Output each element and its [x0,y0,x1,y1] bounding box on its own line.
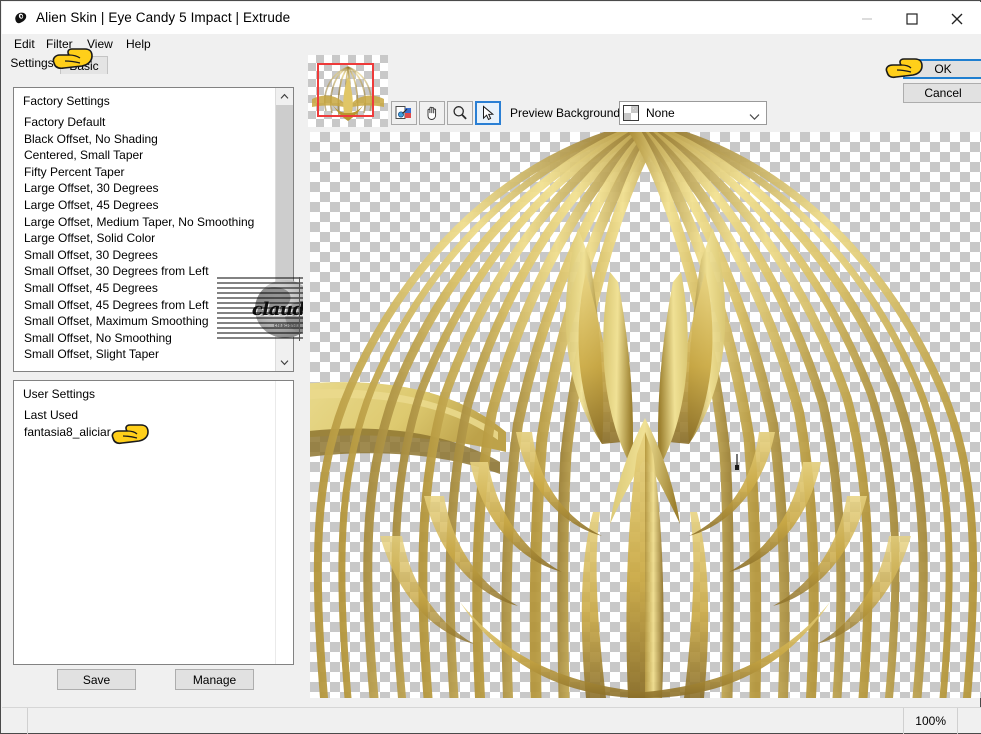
color-picker-icon [395,106,411,119]
thumbnail-selection-marquee[interactable] [317,63,374,117]
tab-settings[interactable]: Settings [6,53,58,74]
menu-item-view[interactable]: View [83,36,117,52]
arrow-select-tool-button[interactable] [475,101,501,125]
tab-basic[interactable]: Basic [60,56,108,75]
list-item-selected[interactable]: fantasia8_aliciar [24,425,111,439]
menu-item-edit[interactable]: Edit [10,36,39,52]
chevron-up-icon [280,93,289,99]
list-item[interactable]: Large Offset, Medium Taper, No Smoothing [23,214,275,231]
list-item[interactable]: Large Offset, 30 Degrees [23,180,275,197]
close-icon [951,13,962,24]
scroll-down-arrow[interactable] [276,354,293,371]
list-item[interactable]: Large Offset, Solid Color [23,230,275,247]
window-title: Alien Skin | Eye Candy 5 Impact | Extrud… [36,10,291,25]
extrude-artwork [310,132,978,698]
hand-pan-tool-button[interactable] [419,101,445,125]
user-settings-listbox[interactable]: User Settings Last Used fantasia8_alicia… [13,380,294,665]
preview-canvas[interactable] [310,132,981,698]
menu-bar: Edit Filter View Help [2,34,981,53]
menu-item-filter[interactable]: Filter [42,36,77,52]
factory-list-scrollbar[interactable] [275,88,293,371]
factory-settings-listbox[interactable]: Factory Settings Factory Default Black O… [13,87,294,372]
save-button[interactable]: Save [57,669,136,690]
cancel-button[interactable]: Cancel [903,83,981,103]
arrow-select-icon [483,105,495,121]
list-item[interactable]: Small Offset, 30 Degrees from Left [23,263,275,280]
status-divider [27,708,28,734]
central-spikes [581,418,709,698]
status-divider [903,708,904,734]
maximize-button[interactable] [889,3,934,34]
list-item[interactable]: Black Offset, No Shading [23,131,275,148]
title-bar: Alien Skin | Eye Candy 5 Impact | Extrud… [2,2,981,34]
preview-background-value: None [646,106,675,120]
preview-thumbnail[interactable] [308,55,388,127]
zoom-magnifier-icon [453,106,467,120]
zoom-level-indicator: 100% [915,714,946,728]
list-item[interactable]: Small Offset, 45 Degrees [23,280,275,297]
scroll-thumb[interactable] [276,105,293,331]
scroll-up-arrow[interactable] [276,88,293,105]
menu-item-help[interactable]: Help [122,36,155,52]
maximize-icon [905,12,918,25]
preview-background-select[interactable]: None [619,101,767,125]
chevron-down-icon [280,360,289,366]
list-item[interactable]: Small Offset, No Smoothing [23,330,275,347]
manage-button[interactable]: Manage [175,669,254,690]
list-item[interactable]: Large Offset, 45 Degrees [23,197,275,214]
preview-background-swatch-icon [623,105,639,121]
user-settings-header: User Settings [23,387,96,401]
chevron-down-icon[interactable] [749,110,760,124]
color-picker-tool-button[interactable] [391,101,417,125]
zoom-tool-button[interactable] [447,101,473,125]
preview-panel: Preview Background: None OK Cancel [303,53,981,698]
ok-button[interactable]: OK [903,59,981,79]
factory-settings-header: Factory Settings [23,94,110,108]
list-item[interactable]: Last Used [23,407,275,424]
close-button[interactable] [934,3,979,34]
application-window: Alien Skin | Eye Candy 5 Impact | Extrud… [0,0,981,734]
minimize-icon [861,18,872,19]
list-item[interactable]: Small Offset, 30 Degrees [23,247,275,264]
alienskin-logo-icon [12,10,29,27]
list-item[interactable]: Factory Default [23,114,275,131]
factory-settings-items: Factory Default Black Offset, No Shading… [23,114,275,363]
user-list-scrollbar[interactable] [275,381,293,664]
list-item[interactable]: Centered, Small Taper [23,147,275,164]
list-item[interactable]: Small Offset, Slight Taper [23,346,275,363]
settings-panel: Factory Settings Factory Default Black O… [2,74,303,698]
text-cursor-icon [734,454,739,470]
status-bar: 100% [2,707,981,734]
list-item[interactable]: Small Offset, 45 Degrees from Left [23,297,275,314]
list-item[interactable]: Fifty Percent Taper [23,164,275,181]
preview-background-label: Preview Background: [510,106,624,120]
status-divider [957,708,958,734]
list-item[interactable]: Small Offset, Maximum Smoothing [23,313,275,330]
user-settings-items: Last Used fantasia8_aliciar [23,407,275,440]
tab-strip: Settings Basic [2,53,302,75]
hand-pan-icon [427,106,437,120]
minimize-button[interactable] [844,3,889,34]
